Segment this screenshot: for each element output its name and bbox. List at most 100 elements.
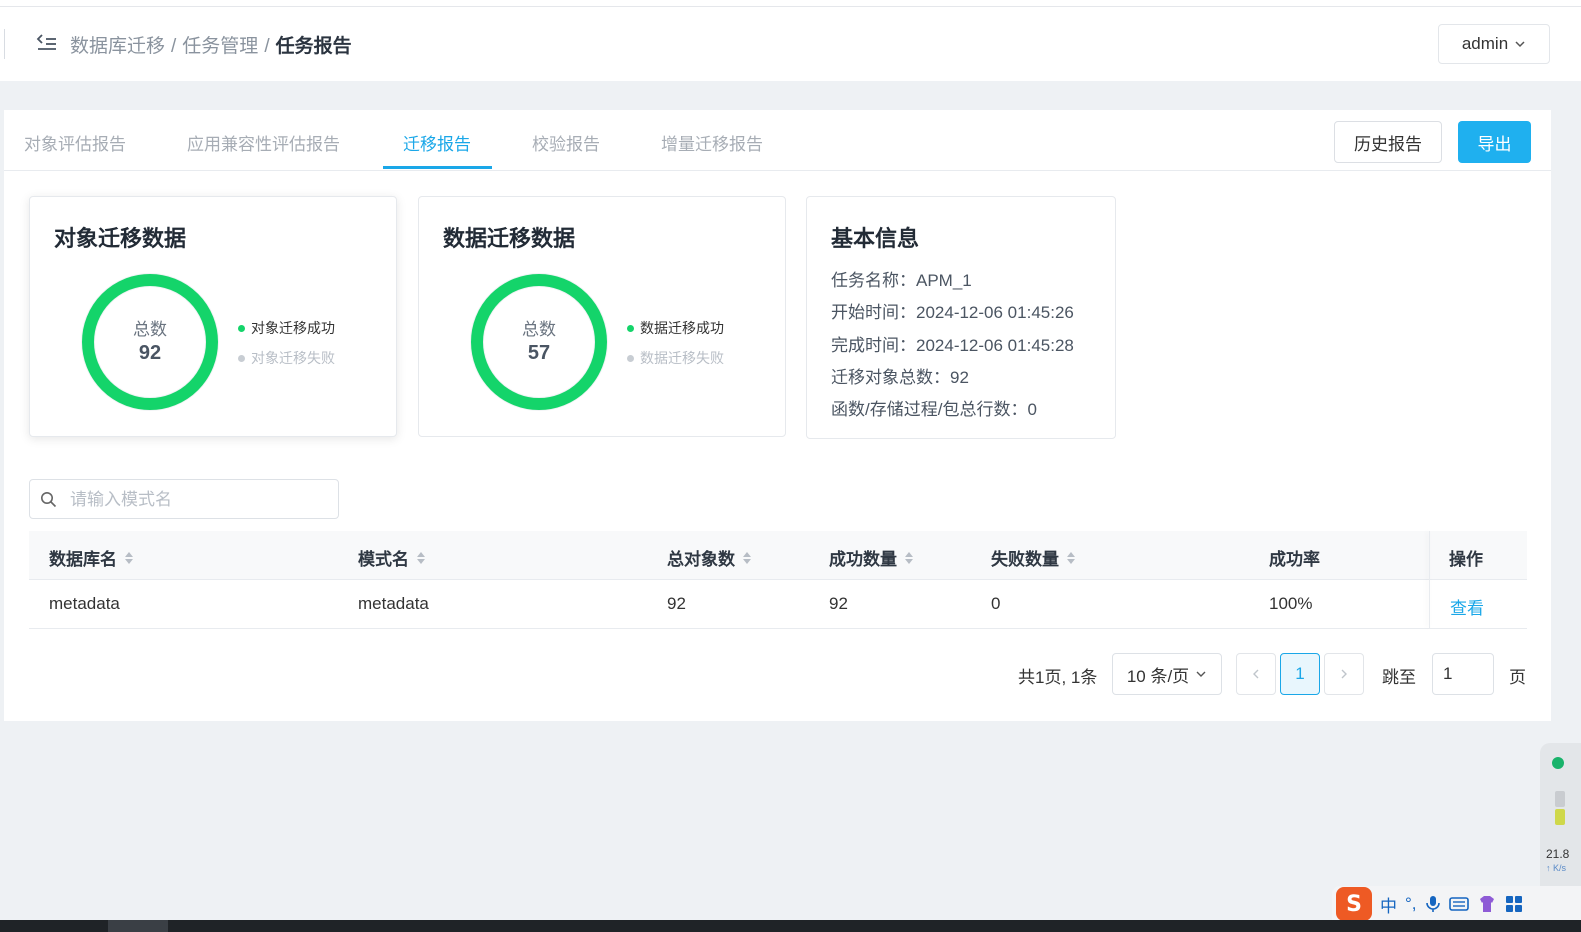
breadcrumb-separator: / bbox=[171, 36, 177, 57]
app-header: 数据库迁移 / 任务管理 / 任务报告 admin bbox=[0, 7, 1581, 81]
info-procedure-lines: 函数/存储过程/包总行数：0 bbox=[831, 400, 1037, 419]
sort-icon[interactable] bbox=[125, 551, 133, 564]
tab-migration-report[interactable]: 迁移报告 bbox=[403, 130, 471, 155]
breadcrumb-item-task-management[interactable]: 任务管理 bbox=[182, 36, 258, 57]
legend-object-success[interactable]: 对象迁移成功 bbox=[238, 318, 335, 338]
jump-label: 跳至 bbox=[1382, 668, 1416, 687]
top-border bbox=[0, 0, 1581, 7]
chevron-left-icon bbox=[1253, 669, 1259, 679]
cell-total-objects: 92 bbox=[667, 594, 686, 613]
chevron-down-icon bbox=[1196, 671, 1206, 677]
column-header-schema[interactable]: 模式名 bbox=[358, 545, 425, 570]
jump-page-input[interactable] bbox=[1432, 653, 1494, 695]
legend-data-success[interactable]: 数据迁移成功 bbox=[627, 318, 724, 338]
report-tabs: 对象评估报告 应用兼容性评估报告 迁移报告 校验报告 增量迁移报告 历史报告 导… bbox=[4, 110, 1551, 171]
taskbar-item[interactable] bbox=[108, 920, 168, 932]
user-menu-button[interactable]: admin bbox=[1438, 24, 1550, 64]
sort-icon[interactable] bbox=[905, 551, 913, 564]
history-report-button[interactable]: 历史报告 bbox=[1334, 121, 1442, 163]
menu-fold-icon[interactable] bbox=[36, 33, 58, 53]
legend-label: 数据迁移失败 bbox=[640, 350, 724, 366]
microphone-icon[interactable] bbox=[1425, 895, 1441, 913]
data-total-value: 57 bbox=[527, 342, 551, 364]
data-migration-title: 数据迁移数据 bbox=[443, 226, 576, 251]
column-header-database[interactable]: 数据库名 bbox=[49, 545, 133, 570]
table-header: 数据库名 模式名 总对象数 成功数量 失败数量 成功率 操作 bbox=[29, 531, 1527, 580]
sogou-logo-icon[interactable]: S bbox=[1336, 887, 1372, 921]
legend-label: 对象迁移成功 bbox=[251, 320, 335, 336]
breadcrumb-separator: / bbox=[264, 36, 270, 57]
column-header-total-objects[interactable]: 总对象数 bbox=[667, 545, 751, 570]
tab-app-compatibility[interactable]: 应用兼容性评估报告 bbox=[187, 130, 340, 155]
info-task-name: 任务名称：APM_1 bbox=[831, 271, 972, 290]
ime-toolbar: S 中 °, bbox=[1332, 886, 1581, 922]
legend-data-fail[interactable]: 数据迁移失败 bbox=[627, 348, 724, 368]
object-total-value: 92 bbox=[138, 342, 162, 364]
column-label: 成功率 bbox=[1269, 550, 1320, 569]
tab-verification-report[interactable]: 校验报告 bbox=[532, 130, 600, 155]
column-header-fail-count[interactable]: 失败数量 bbox=[991, 545, 1075, 570]
active-tab-indicator bbox=[383, 166, 492, 169]
column-label: 数据库名 bbox=[49, 550, 117, 569]
toolbox-grid-icon[interactable] bbox=[1505, 895, 1523, 913]
chevron-down-icon bbox=[1515, 41, 1525, 48]
page-size-value: 10 条/页 bbox=[1126, 666, 1190, 686]
ime-language-toggle[interactable]: 中 bbox=[1380, 892, 1397, 917]
tab-object-assessment[interactable]: 对象评估报告 bbox=[24, 130, 126, 155]
table-row: metadata metadata 92 92 0 100% 查看 bbox=[29, 580, 1527, 629]
legend-dot-fail bbox=[627, 354, 634, 362]
breadcrumb-item-db-migration[interactable]: 数据库迁移 bbox=[70, 36, 165, 57]
schema-search-box bbox=[29, 479, 339, 519]
data-migration-card: 数据迁移数据 总数 57 数据迁移成功 数据迁移失败 bbox=[418, 196, 786, 437]
sort-icon[interactable] bbox=[417, 551, 425, 564]
legend-dot-success bbox=[627, 324, 634, 332]
network-monitor-widget[interactable]: 21.8 ↑ K/s bbox=[1540, 743, 1581, 903]
sort-icon[interactable] bbox=[743, 551, 751, 564]
status-dot-icon bbox=[1552, 757, 1564, 769]
column-label: 操作 bbox=[1449, 550, 1483, 569]
column-label: 失败数量 bbox=[991, 550, 1059, 569]
skin-icon[interactable] bbox=[1477, 895, 1497, 913]
cell-fail-count: 0 bbox=[991, 594, 1001, 613]
page-suffix: 页 bbox=[1509, 668, 1526, 687]
schema-search-input[interactable] bbox=[68, 486, 332, 514]
basic-info-card: 基本信息 任务名称：APM_1 开始时间：2024-12-06 01:45:26… bbox=[806, 196, 1116, 439]
breadcrumb: 数据库迁移 / 任务管理 / 任务报告 bbox=[70, 31, 352, 58]
export-button[interactable]: 导出 bbox=[1458, 121, 1531, 163]
legend-label: 数据迁移成功 bbox=[640, 320, 724, 336]
tab-incremental-migration[interactable]: 增量迁移报告 bbox=[661, 130, 763, 155]
data-total-label: 总数 bbox=[522, 320, 556, 339]
info-end-time: 完成时间：2024-12-06 01:45:28 bbox=[831, 336, 1074, 355]
net-speed: 21.8 bbox=[1546, 847, 1570, 861]
user-name: admin bbox=[1461, 34, 1509, 53]
net-unit: ↑ K/s bbox=[1546, 863, 1567, 873]
legend-label: 对象迁移失败 bbox=[251, 350, 335, 366]
ime-punctuation-toggle[interactable]: °, bbox=[1405, 894, 1417, 914]
breadcrumb-item-task-report: 任务报告 bbox=[275, 36, 352, 57]
view-link[interactable]: 查看 bbox=[1450, 594, 1484, 619]
next-page-button[interactable] bbox=[1324, 653, 1364, 695]
column-header-actions: 操作 bbox=[1449, 545, 1483, 570]
legend-object-fail[interactable]: 对象迁移失败 bbox=[238, 348, 335, 368]
legend-dot-fail bbox=[238, 354, 245, 362]
os-taskbar bbox=[0, 920, 1581, 932]
page-size-select[interactable]: 10 条/页 bbox=[1112, 653, 1222, 695]
info-start-time: 开始时间：2024-12-06 01:45:26 bbox=[831, 303, 1074, 322]
sort-icon[interactable] bbox=[1067, 551, 1075, 564]
legend-dot-success bbox=[238, 324, 245, 332]
meter-bar bbox=[1555, 791, 1565, 807]
keyboard-icon[interactable] bbox=[1448, 896, 1469, 912]
object-total-label: 总数 bbox=[133, 320, 167, 339]
column-label: 模式名 bbox=[358, 550, 409, 569]
page-number-1[interactable]: 1 bbox=[1280, 653, 1320, 695]
prev-page-button[interactable] bbox=[1236, 653, 1276, 695]
cell-success-rate: 100% bbox=[1269, 594, 1313, 613]
column-header-success-count[interactable]: 成功数量 bbox=[829, 545, 913, 570]
report-panel: 对象评估报告 应用兼容性评估报告 迁移报告 校验报告 增量迁移报告 历史报告 导… bbox=[4, 110, 1551, 721]
object-migration-title: 对象迁移数据 bbox=[54, 226, 187, 251]
column-header-success-rate: 成功率 bbox=[1269, 545, 1320, 570]
info-object-total: 迁移对象总数：92 bbox=[831, 368, 969, 387]
pagination-summary: 共1页, 1条 bbox=[1018, 668, 1098, 687]
cell-schema: metadata bbox=[358, 594, 429, 613]
cell-success-count: 92 bbox=[829, 594, 848, 613]
